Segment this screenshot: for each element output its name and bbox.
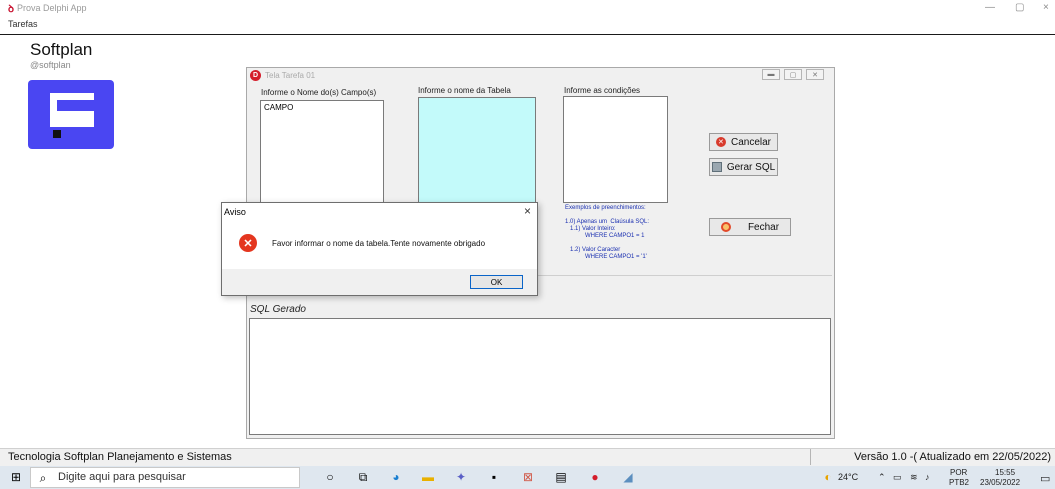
delphi-logo-icon: D	[250, 70, 261, 81]
menu-divider	[0, 34, 1055, 35]
editor-icon[interactable]: ◢	[620, 470, 636, 484]
wifi-icon[interactable]: ≋	[910, 472, 918, 483]
network-icon[interactable]: ▭	[893, 472, 902, 483]
cortana-icon[interactable]: ○	[322, 470, 338, 484]
windows-start-icon[interactable]: ⊞	[8, 470, 24, 484]
search-placeholder: Digite aqui para pesquisar	[58, 471, 186, 483]
lang-bottom[interactable]: PTB2	[949, 478, 969, 487]
menu-tarefas[interactable]: Tarefas	[8, 19, 38, 29]
status-version: Versão 1.0 -( Atualizado em 22/05/2022)	[854, 451, 1051, 463]
label-campos: Informe o Nome do(s) Campo(s)	[261, 88, 377, 97]
exit-icon	[720, 222, 731, 232]
app-icon[interactable]: ⊠	[520, 470, 536, 484]
brand-handle: @softplan	[30, 60, 71, 70]
condicoes-input[interactable]	[563, 96, 668, 203]
clock-time[interactable]: 15:55	[995, 468, 1015, 477]
volume-icon[interactable]: ♪	[925, 472, 930, 482]
tela-minimize-button[interactable]: ▬	[762, 69, 780, 80]
campos-value: CAMPO	[264, 103, 294, 112]
minimize-button[interactable]: —	[985, 2, 995, 13]
dialog-title: Aviso	[224, 207, 246, 217]
task-view-icon[interactable]: ⧉	[355, 470, 371, 484]
tela-maximize-button[interactable]: ▢	[784, 69, 802, 80]
status-company: Tecnologia Softplan Planejamento e Siste…	[8, 451, 232, 463]
delphi-icon: ꝺ	[8, 4, 14, 15]
app-title-text: Prova Delphi App	[17, 3, 87, 13]
cancelar-button[interactable]: ✕ Cancelar	[709, 133, 778, 151]
gerar-sql-label: Gerar SQL	[726, 161, 776, 173]
cancel-icon: ✕	[715, 137, 726, 147]
label-tabela: Informe o nome da Tabela	[418, 86, 511, 95]
tray-chevron-icon[interactable]: ⌃	[878, 472, 886, 483]
weather-icon[interactable]: ◐	[820, 470, 836, 484]
clock-date[interactable]: 23/05/2022	[980, 478, 1020, 487]
maximize-button[interactable]: ▢	[1015, 2, 1024, 13]
tabela-input[interactable]	[418, 97, 536, 204]
search-icon: ⌕	[39, 470, 47, 485]
close-button[interactable]: ×	[1043, 2, 1049, 13]
terminal-icon[interactable]: ▪	[486, 470, 502, 484]
tela-title-bar: D Tela Tarefa 01	[247, 68, 834, 83]
ok-button[interactable]: OK	[470, 275, 523, 289]
status-separator	[810, 449, 811, 465]
file-explorer-icon[interactable]: ▬	[420, 470, 436, 484]
softplan-logo	[28, 80, 114, 149]
sql-gerado-label: SQL Gerado	[250, 304, 306, 315]
fechar-label: Fechar	[747, 221, 780, 233]
document-icon[interactable]: ▤	[553, 470, 569, 484]
app-title: ꝺ Prova Delphi App	[8, 1, 87, 15]
fechar-button[interactable]: Fechar	[709, 218, 791, 236]
error-icon: ✕	[239, 234, 257, 252]
sql-output[interactable]	[249, 318, 831, 435]
examples-text: Exemplos de preenchimentos: 1.0) Apenas …	[565, 205, 650, 260]
notification-icon[interactable]: ▭	[1040, 472, 1050, 485]
tela-close-button[interactable]: ✕	[806, 69, 824, 80]
gerar-sql-button[interactable]: Gerar SQL	[709, 158, 778, 176]
weather-temperature[interactable]: 24°C	[838, 472, 858, 482]
dialog-message: Favor informar o nome da tabela.Tente no…	[272, 239, 486, 248]
cancelar-label: Cancelar	[730, 136, 772, 148]
delphi-taskbar-icon[interactable]: ●	[587, 470, 603, 484]
tela-title: Tela Tarefa 01	[265, 71, 316, 80]
brand-title: Softplan	[30, 40, 93, 59]
aviso-dialog: Aviso × ✕ Favor informar o nome da tabel…	[221, 202, 538, 296]
lang-top[interactable]: POR	[950, 468, 967, 477]
campos-input[interactable]: CAMPO	[260, 100, 384, 204]
label-condicoes: Informe as condições	[564, 86, 641, 95]
dialog-close-button[interactable]: ×	[524, 204, 531, 218]
edge-icon[interactable]: ◕	[388, 470, 404, 484]
sql-icon	[711, 162, 722, 172]
teams-icon[interactable]: ✦	[453, 470, 469, 484]
